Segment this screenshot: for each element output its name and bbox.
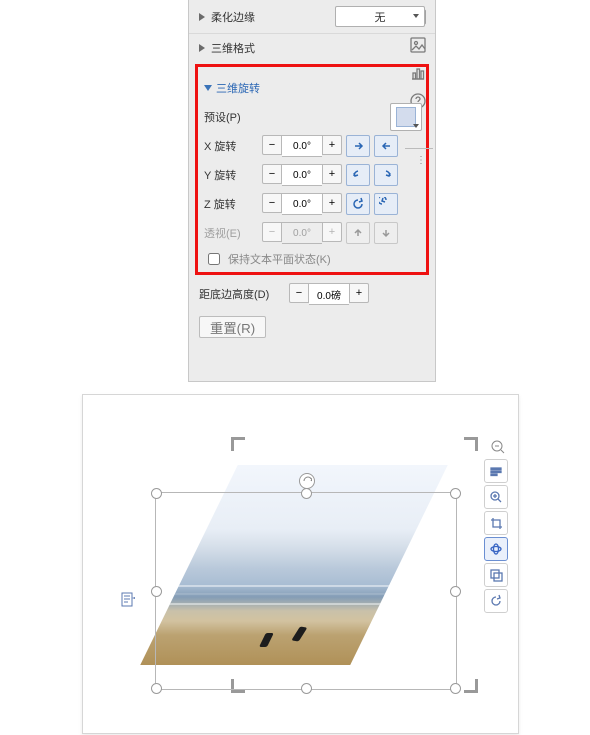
document-canvas [82, 394, 519, 734]
rot-y-row: Y 旋转 − + [204, 162, 422, 188]
section-label: 三维格式 [211, 40, 425, 56]
rail-more-icon[interactable]: ⋮ [416, 155, 427, 166]
ground-distance-row: 距底边高度(D) − + [189, 281, 435, 307]
chart-icon[interactable] [409, 64, 427, 82]
resize-handle[interactable] [301, 683, 312, 694]
increment-button: + [322, 222, 342, 242]
decrement-button: − [262, 222, 282, 242]
section-soften-edges[interactable]: 柔化边缘 无 [189, 0, 435, 33]
perspective-input [282, 222, 322, 244]
picture-tool-column [484, 459, 508, 613]
preset-label: 预设(P) [204, 109, 258, 125]
rotate-3d-tool-button[interactable] [484, 537, 508, 561]
checkbox-input[interactable] [208, 253, 220, 265]
decrement-button[interactable]: − [262, 135, 282, 155]
canvas-area[interactable] [83, 395, 518, 733]
ground-input[interactable] [309, 283, 349, 305]
rot-y-label: Y 旋转 [204, 167, 258, 183]
decrement-button[interactable]: − [289, 283, 309, 303]
resize-handle[interactable] [450, 488, 461, 499]
decrement-button[interactable]: − [262, 164, 282, 184]
rot-z-cw-button[interactable] [374, 193, 398, 215]
rot-y-input[interactable] [282, 164, 322, 186]
corner-mark [462, 437, 478, 453]
zoom-tool-button[interactable] [484, 485, 508, 509]
keep-text-flat-checkbox[interactable]: 保持文本平面状态(K) [204, 250, 422, 268]
rot-x-label: X 旋转 [204, 138, 258, 154]
layout-options-icon[interactable] [121, 592, 135, 608]
perspective-down-button [374, 222, 398, 244]
section-3d-format[interactable]: 三维格式 [189, 33, 435, 62]
zoom-out-button[interactable] [490, 439, 506, 455]
selection-bounds[interactable] [155, 492, 457, 690]
rot-x-ccw-button[interactable] [346, 135, 370, 157]
increment-button[interactable]: + [322, 164, 342, 184]
resize-handle[interactable] [450, 586, 461, 597]
increment-button[interactable]: + [322, 193, 342, 213]
perspective-spinner: − + [262, 222, 342, 244]
rot-y-ccw-button[interactable] [346, 164, 370, 186]
rot-z-label: Z 旋转 [204, 196, 258, 212]
rotate-handle[interactable] [299, 473, 315, 489]
resize-handle[interactable] [450, 683, 461, 694]
layers-tool-button[interactable] [484, 563, 508, 587]
rot-x-input[interactable] [282, 135, 322, 157]
resize-handle[interactable] [151, 683, 162, 694]
dropdown-value: 无 [375, 9, 386, 25]
reset-row: 重置(R) [189, 310, 435, 344]
decrement-button[interactable]: − [262, 193, 282, 213]
perspective-up-button [346, 222, 370, 244]
perspective-label: 透视(E) [204, 225, 258, 241]
increment-button[interactable]: + [322, 135, 342, 155]
rot-x-spinner: − + [262, 135, 342, 157]
rot-x-cw-button[interactable] [374, 135, 398, 157]
corner-mark [231, 437, 247, 453]
format-shape-panel: ⋮ 柔化边缘 无 三维格式 三维旋转 预设(P) X 旋转 [188, 0, 436, 382]
ground-label: 距底边高度(D) [199, 286, 285, 302]
preset-dropdown[interactable] [390, 103, 422, 131]
image-icon[interactable] [409, 36, 427, 54]
section-label: 柔化边缘 [211, 9, 329, 25]
increment-button[interactable]: + [349, 283, 369, 303]
resize-handle[interactable] [301, 488, 312, 499]
rot-y-cw-button[interactable] [374, 164, 398, 186]
rot-x-row: X 旋转 − + [204, 133, 422, 159]
text-tool-button[interactable] [484, 459, 508, 483]
resize-handle[interactable] [151, 586, 162, 597]
perspective-row: 透视(E) − + [204, 220, 422, 246]
ground-spinner: − + [289, 283, 369, 305]
rot-z-input[interactable] [282, 193, 322, 215]
chevron-right-icon [199, 44, 205, 52]
rot-z-row: Z 旋转 − + [204, 191, 422, 217]
rot-z-ccw-button[interactable] [346, 193, 370, 215]
chevron-down-icon [413, 14, 419, 18]
corner-mark [462, 677, 478, 693]
resize-handle[interactable] [151, 488, 162, 499]
reset-tool-button[interactable] [484, 589, 508, 613]
chevron-right-icon [199, 13, 205, 21]
rot-z-spinner: − + [262, 193, 342, 215]
crop-tool-button[interactable] [484, 511, 508, 535]
section-label: 三维旋转 [216, 80, 260, 96]
rot-y-spinner: − + [262, 164, 342, 186]
reset-button[interactable]: 重置(R) [199, 316, 266, 338]
chevron-down-icon [413, 124, 419, 128]
checkbox-label: 保持文本平面状态(K) [228, 251, 331, 267]
highlight-3d-rotation: 三维旋转 预设(P) X 旋转 − + Y 旋转 − [195, 64, 429, 275]
section-3d-rotation[interactable]: 三维旋转 [204, 75, 422, 101]
soften-dropdown[interactable]: 无 [335, 6, 425, 27]
rail-divider [405, 148, 433, 149]
chevron-down-icon [204, 85, 212, 91]
preset-row: 预设(P) [204, 104, 422, 130]
